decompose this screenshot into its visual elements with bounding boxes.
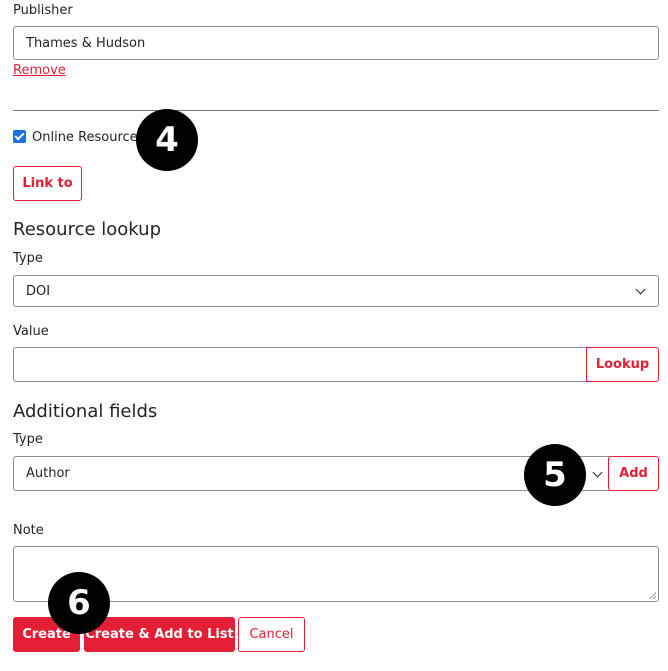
create-add-to-list-button[interactable]: Create & Add to List [84, 617, 235, 652]
chevron-down-icon [635, 284, 646, 295]
lookup-type-selected: DOI [26, 283, 51, 299]
online-resource-checkbox[interactable] [13, 130, 26, 143]
lookup-value-input[interactable] [13, 347, 588, 382]
additional-fields-heading: Additional fields [13, 401, 158, 422]
additional-type-select[interactable]: Author [13, 456, 610, 491]
publisher-input[interactable]: Thames & Hudson [13, 26, 659, 60]
add-field-button[interactable]: Add [608, 456, 659, 491]
step-5-badge: 5 [524, 444, 586, 506]
publisher-value: Thames & Hudson [26, 35, 146, 51]
additional-type-label: Type [13, 432, 43, 447]
lookup-type-select[interactable]: DOI [13, 275, 659, 307]
link-to-button[interactable]: Link to [13, 166, 82, 201]
lookup-button[interactable]: Lookup [586, 347, 659, 382]
chevron-down-icon [592, 467, 603, 478]
step-6-badge: 6 [48, 572, 110, 634]
publisher-label: Publisher [13, 3, 73, 18]
remove-publisher-link[interactable]: Remove [13, 63, 66, 78]
resize-handle-icon[interactable] [649, 592, 656, 599]
divider [13, 110, 659, 111]
note-label: Note [13, 523, 44, 538]
online-resource-label: Online Resource [32, 130, 138, 145]
lookup-type-label: Type [13, 251, 43, 266]
note-textarea[interactable] [13, 546, 659, 602]
additional-type-selected: Author [26, 466, 70, 481]
step-4-badge: 4 [136, 109, 198, 171]
lookup-value-label: Value [13, 324, 49, 339]
resource-lookup-heading: Resource lookup [13, 219, 161, 240]
cancel-button[interactable]: Cancel [238, 617, 305, 652]
